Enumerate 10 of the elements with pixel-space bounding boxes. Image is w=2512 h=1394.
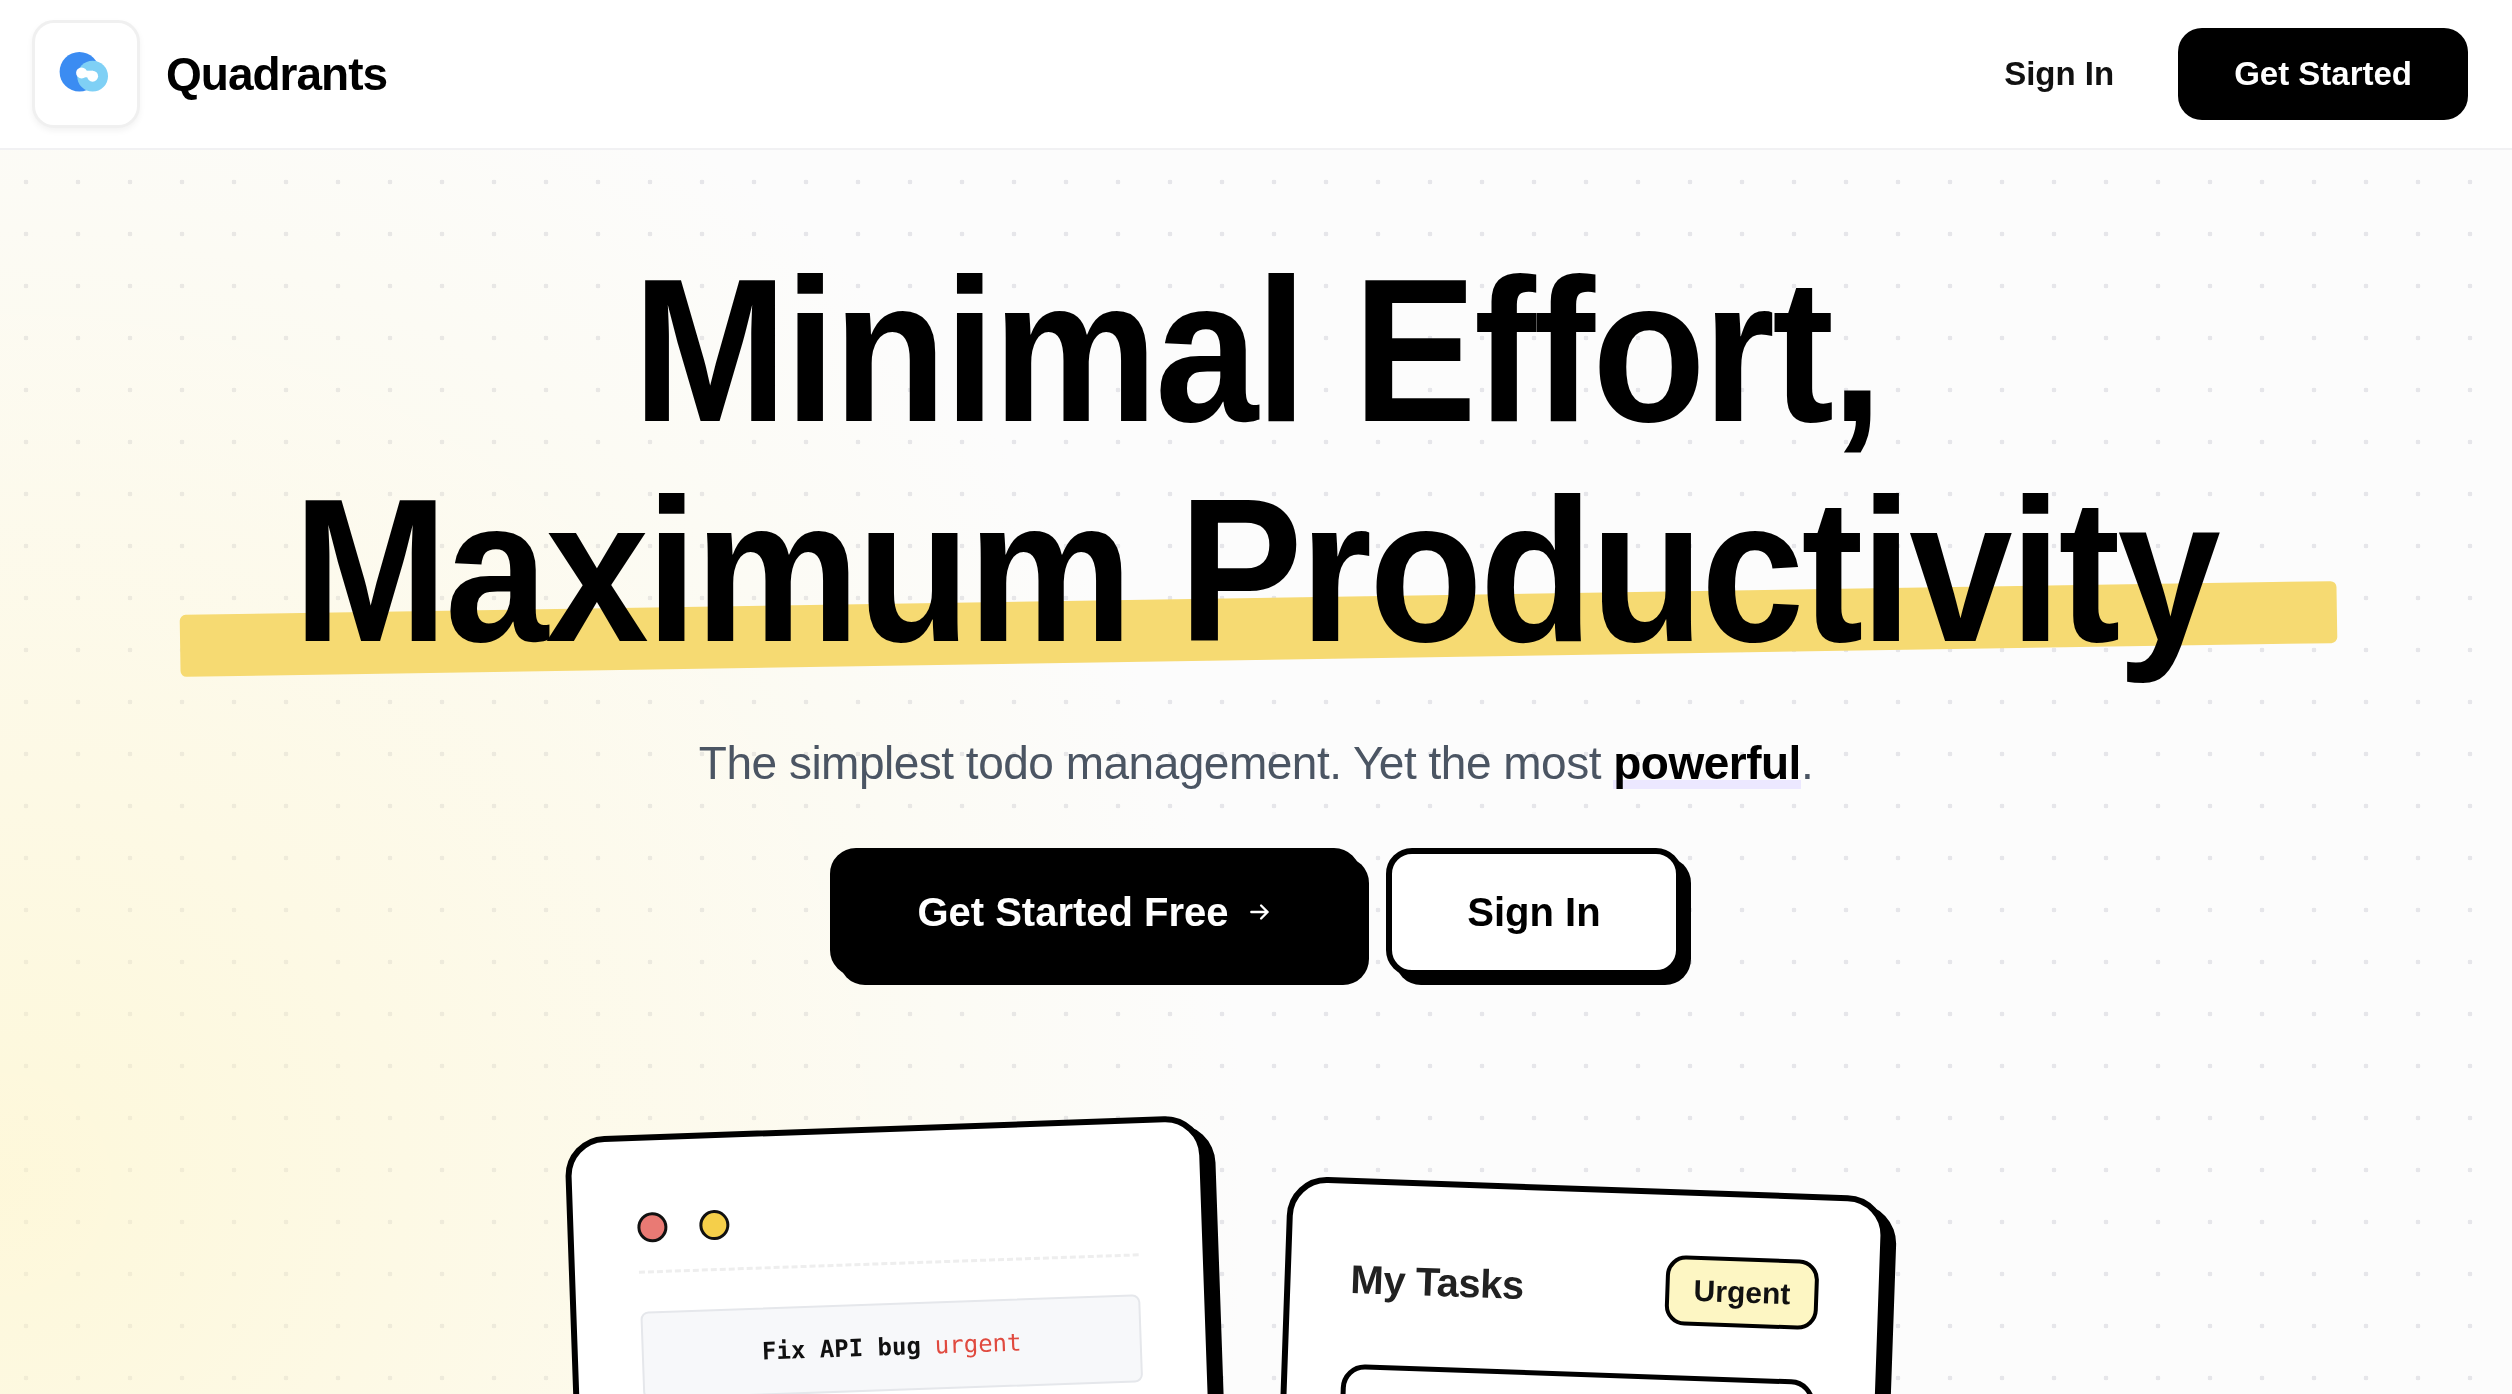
card-title: My Tasks: [1349, 1256, 1525, 1308]
get-started-button[interactable]: Get Started: [2178, 28, 2468, 120]
hero-subtitle: The simplest todo management. Yet the most powerful.: [698, 736, 1814, 790]
brand-name: Quadrants: [166, 47, 388, 101]
logo-icon: [32, 20, 140, 128]
urgent-badge: Urgent: [1664, 1254, 1820, 1331]
hero-heading: Minimal Effort,: [631, 240, 1881, 460]
sign-in-link[interactable]: Sign In: [2004, 55, 2115, 93]
code-tag: urgent: [934, 1328, 1022, 1360]
code-text: Fix API bug: [761, 1332, 922, 1366]
